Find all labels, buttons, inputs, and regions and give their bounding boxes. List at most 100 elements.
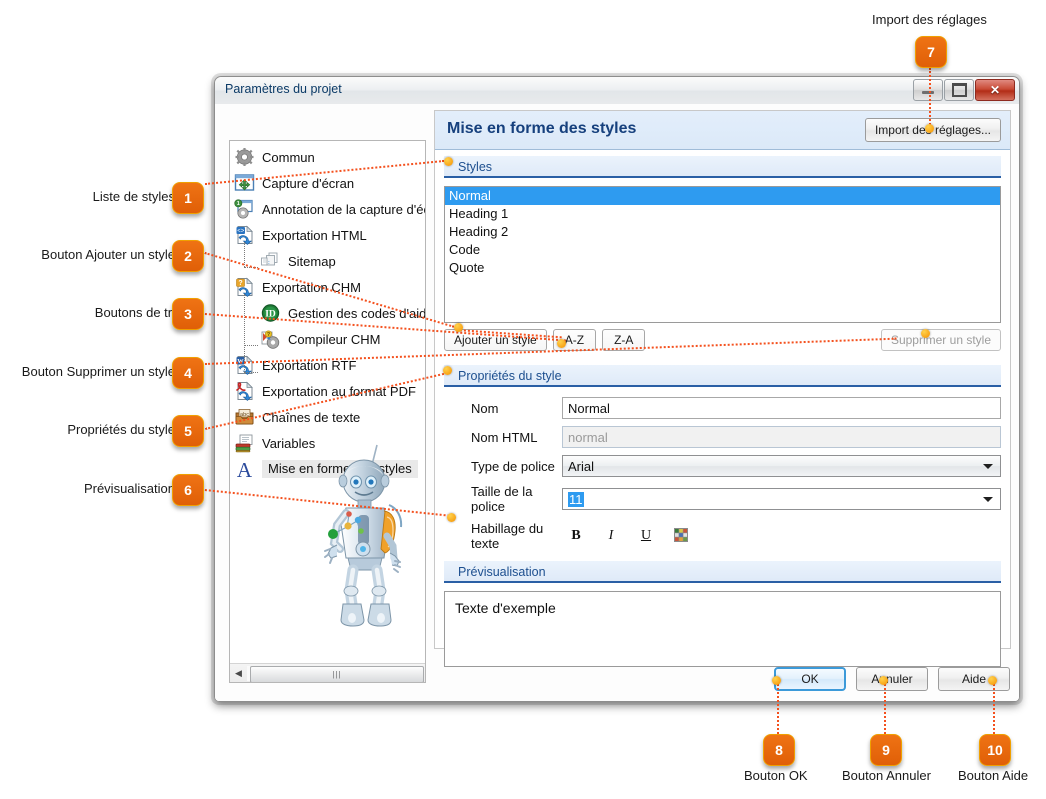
font-size-select[interactable]: 11 <box>562 488 1001 510</box>
compiler-icon: ? <box>260 329 281 349</box>
scrollbar-thumb[interactable]: ||| <box>250 665 424 682</box>
tree-connector-chm <box>244 294 245 372</box>
svg-text:?: ? <box>238 280 242 287</box>
annotation-callout-5: 5 <box>172 415 204 447</box>
list-item[interactable]: Heading 1 <box>445 205 1000 223</box>
svg-text:A: A <box>237 459 253 479</box>
svg-text:<>: <> <box>237 229 245 235</box>
annotation-callout-1: 1 <box>172 182 204 214</box>
ok-button[interactable]: OK <box>774 667 846 691</box>
italic-button[interactable]: I <box>603 528 619 544</box>
tree-item-chm-compiler[interactable]: ? Compileur CHM <box>230 326 425 352</box>
leader-10 <box>993 684 995 734</box>
annotation-label-7: Import des réglages <box>872 12 987 27</box>
leader-dot-5 <box>443 366 452 375</box>
scrollbar-track[interactable]: ||| <box>247 665 424 682</box>
tree-scroll-area: Commun Capture d'écran 1 Annotation de l… <box>230 141 425 663</box>
screenshot-stage: Import des réglages 7 Liste de styles 1 … <box>0 0 1046 799</box>
tree-item-annotation[interactable]: 1 Annotation de la capture d'écr <box>230 196 425 222</box>
cancel-button[interactable]: Annuler <box>856 667 928 691</box>
dialog-body: Commun Capture d'écran 1 Annotation de l… <box>215 104 1019 701</box>
annotation-callout-4: 4 <box>172 357 204 389</box>
field-row-font-family: Type de police Arial <box>444 455 1001 477</box>
settings-tree[interactable]: Commun Capture d'écran 1 Annotation de l… <box>229 140 426 683</box>
tree-item-export-chm[interactable]: ? Exportation CHM <box>230 274 425 300</box>
tree-item-export-html[interactable]: <> Exportation HTML <box>230 222 425 248</box>
annotation-label-1: Liste de styles <box>92 189 175 204</box>
underline-button[interactable]: U <box>638 528 654 544</box>
annotation-callout-3: 3 <box>172 298 204 330</box>
tree-item-label: Exportation HTML <box>262 227 367 243</box>
leader-dot-2 <box>454 323 463 332</box>
font-family-select[interactable]: Arial <box>562 455 1001 477</box>
window-title: Paramètres du projet <box>225 82 342 96</box>
leader-dot-1 <box>444 157 453 166</box>
field-label: Nom <box>471 400 499 416</box>
leader-dot-10 <box>988 676 997 685</box>
annotation-icon: 1 <box>234 199 255 219</box>
font-family-value: Arial <box>568 458 595 474</box>
preview-box: Texte d'exemple <box>444 591 1001 667</box>
tree-item-label: Commun <box>262 149 315 165</box>
tree-item-capture-ecran[interactable]: Capture d'écran <box>230 170 425 196</box>
tree-item-label: Variables <box>262 435 316 451</box>
pdf-export-icon <box>234 381 255 401</box>
field-label: Nom HTML <box>471 429 538 445</box>
title-bar: Paramètres du projet ✕ <box>215 77 1019 105</box>
tree-item-label: Sitemap <box>288 253 336 269</box>
dialog-footer: OK Annuler Aide <box>774 667 1010 691</box>
style-name-input[interactable]: Normal <box>562 397 1001 419</box>
styles-listbox[interactable]: Normal Heading 1 Heading 2 Code Quote <box>444 186 1001 323</box>
leader-dot-6 <box>447 513 456 522</box>
settings-pane: Mise en forme des styles Import des régl… <box>434 110 1011 667</box>
leader-dot-2b <box>557 339 566 348</box>
minimize-icon <box>922 91 934 94</box>
page-title: Mise en forme des styles <box>447 120 637 137</box>
leader-dot-7 <box>925 124 934 133</box>
leader-dot-9 <box>879 676 888 685</box>
tree-item-label: Annotation de la capture d'écr <box>262 201 425 217</box>
tree-item-label: Exportation CHM <box>262 279 361 295</box>
font-size-value: 11 <box>568 491 584 507</box>
letter-a-icon: A <box>234 458 255 482</box>
preview-sample-text: Texte d'exemple <box>455 600 556 616</box>
close-button[interactable]: ✕ <box>975 79 1015 101</box>
annotation-label-2: Bouton Ajouter un style <box>41 247 175 262</box>
annotation-callout-7: 7 <box>915 36 947 68</box>
color-swatch-icon[interactable] <box>673 527 689 545</box>
close-icon: ✕ <box>989 83 1001 97</box>
annotation-label-5: Propriétés du style <box>67 422 175 437</box>
tree-horizontal-scrollbar[interactable]: ◀ ||| ▶ <box>230 663 425 682</box>
field-label: Taille de la police <box>471 484 533 514</box>
tree-connector-chm-h1 <box>244 345 258 346</box>
sitemap-icon <box>260 251 281 271</box>
list-item[interactable]: Heading 2 <box>445 223 1000 241</box>
leader-dot-8 <box>772 676 781 685</box>
gear-icon <box>234 147 255 167</box>
minimize-button[interactable] <box>913 79 943 101</box>
tree-item-label: Compileur CHM <box>288 331 381 347</box>
annotation-callout-2: 2 <box>172 240 204 272</box>
annotation-label-10: Bouton Aide <box>958 768 1029 783</box>
list-item[interactable]: Code <box>445 241 1000 259</box>
help-button[interactable]: Aide <box>938 667 1010 691</box>
leader-dot-4 <box>921 329 930 338</box>
svg-text:1: 1 <box>237 201 240 207</box>
field-row-font-size: Taille de la police 11 <box>444 484 1001 514</box>
properties-group-title: Propriétés du style <box>444 365 1001 387</box>
chevron-down-icon <box>983 464 993 469</box>
field-row-text-wrap: Habillage du texte B I U <box>444 521 1001 551</box>
annotation-label-8: Bouton OK <box>744 768 808 783</box>
list-item[interactable]: Normal <box>445 187 1000 205</box>
bold-button[interactable]: B <box>568 528 584 544</box>
format-buttons: B I U <box>562 527 689 545</box>
field-label: Habillage du texte <box>471 521 544 551</box>
list-item[interactable]: Quote <box>445 259 1000 277</box>
annotation-label-4: Bouton Supprimer un style <box>21 364 175 379</box>
scroll-left-icon[interactable]: ◀ <box>230 665 247 682</box>
field-label: Type de police <box>471 458 555 474</box>
annotation-label-6: Prévisualisation <box>83 481 175 496</box>
styles-group-title: Styles <box>444 156 1001 178</box>
maximize-button[interactable] <box>944 79 974 101</box>
annotation-callout-6: 6 <box>172 474 204 506</box>
